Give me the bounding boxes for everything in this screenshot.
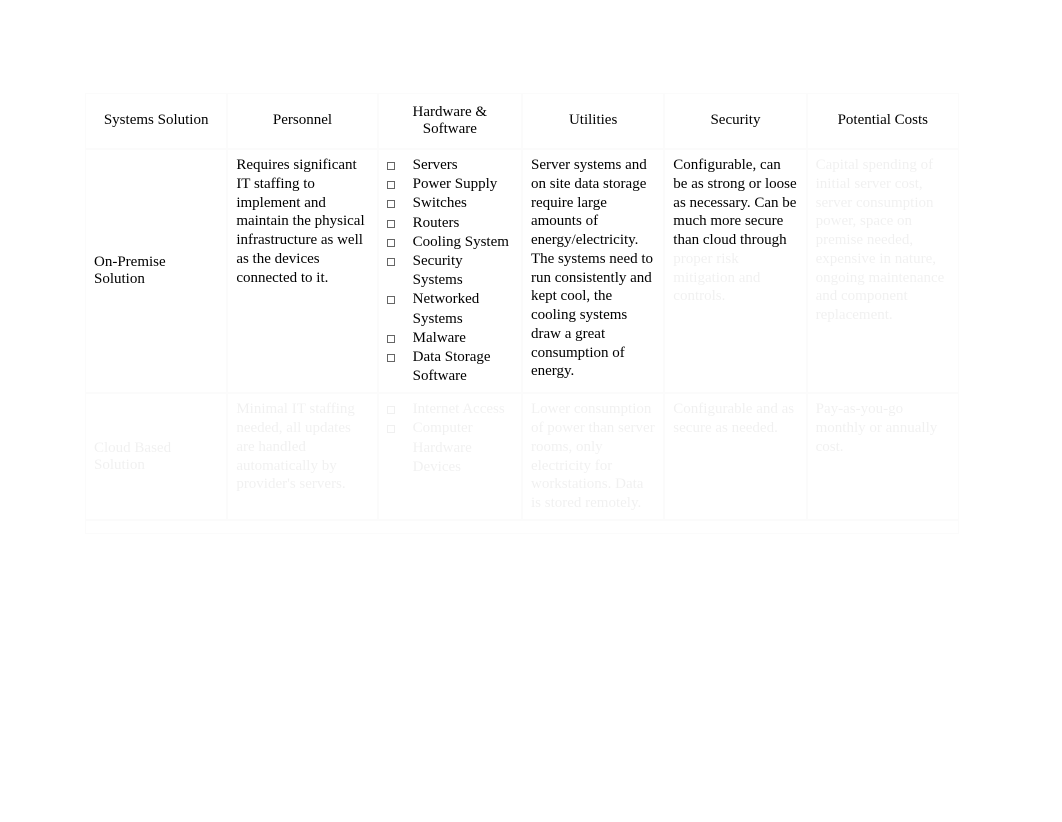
personnel-text-1: Minimal IT staffing needed, all updates … bbox=[236, 400, 368, 494]
personnel-text-0: Requires significant IT staffing to impl… bbox=[236, 156, 368, 287]
header-security: Security bbox=[665, 94, 805, 148]
row-on-premise: On-Premise Solution Requires significant… bbox=[86, 150, 958, 392]
header-personnel: Personnel bbox=[228, 94, 376, 148]
utilities-text-0: Server systems and on site data storage … bbox=[531, 156, 655, 381]
hw-item: Cooling System bbox=[387, 233, 513, 252]
cell-utilities-0: Server systems and on site data storage … bbox=[523, 150, 663, 392]
hw-item: Data Storage Software bbox=[387, 348, 513, 386]
hw-item: Power Supply bbox=[387, 175, 513, 194]
hardware-list-1: Internet Access Computer Hardware Device… bbox=[387, 400, 513, 477]
header-row: Systems Solution Personnel Hardware & So… bbox=[86, 94, 958, 148]
costs-text-0: Capital spending of initial server cost,… bbox=[816, 156, 950, 325]
header-costs: Potential Costs bbox=[808, 94, 958, 148]
hw-item: Security Systems bbox=[387, 252, 513, 290]
security-visible-0: Configurable, can be as strong or loose … bbox=[673, 157, 796, 248]
cell-utilities-1: Lower consumption of power than server r… bbox=[523, 394, 663, 519]
costs-text-1: Pay-as-you-go monthly or annually cost. bbox=[816, 400, 950, 456]
cell-hardware-0: Servers Power Supply Switches Routers Co… bbox=[379, 150, 521, 392]
row-cloud: Cloud Based Solution Minimal IT staffing… bbox=[86, 394, 958, 519]
header-utilities: Utilities bbox=[523, 94, 663, 148]
cell-costs-0: Capital spending of initial server cost,… bbox=[808, 150, 958, 392]
hw-item: Servers bbox=[387, 156, 513, 175]
cell-security-1: Configurable and as secure as needed. bbox=[665, 394, 805, 519]
cell-costs-1: Pay-as-you-go monthly or annually cost. bbox=[808, 394, 958, 519]
cell-personnel-1: Minimal IT staffing needed, all updates … bbox=[228, 394, 376, 519]
cell-system-0: On-Premise Solution bbox=[86, 150, 226, 392]
hw-item: Networked Systems bbox=[387, 290, 513, 328]
spacer-row bbox=[86, 521, 958, 533]
hw-item: Malware bbox=[387, 329, 513, 348]
hw-item: Internet Access bbox=[387, 400, 513, 419]
utilities-text-1: Lower consumption of power than server r… bbox=[531, 400, 655, 513]
header-systems: Systems Solution bbox=[86, 94, 226, 148]
hw-item: Computer Hardware Devices bbox=[387, 419, 513, 477]
hardware-list-0: Servers Power Supply Switches Routers Co… bbox=[387, 156, 513, 386]
security-text-1: Configurable and as secure as needed. bbox=[673, 400, 797, 438]
header-hardware: Hardware & Software bbox=[379, 94, 521, 148]
hw-item: Routers bbox=[387, 214, 513, 233]
cell-personnel-0: Requires significant IT staffing to impl… bbox=[228, 150, 376, 392]
cell-hardware-1: Internet Access Computer Hardware Device… bbox=[379, 394, 521, 519]
cell-security-0: Configurable, can be as strong or loose … bbox=[665, 150, 805, 392]
security-text-0: Configurable, can be as strong or loose … bbox=[673, 156, 797, 306]
cell-system-1: Cloud Based Solution bbox=[86, 394, 226, 519]
security-faint-0: proper risk mitigation and controls. bbox=[673, 251, 760, 305]
comparison-table: Systems Solution Personnel Hardware & So… bbox=[84, 92, 960, 535]
hw-item: Switches bbox=[387, 194, 513, 213]
